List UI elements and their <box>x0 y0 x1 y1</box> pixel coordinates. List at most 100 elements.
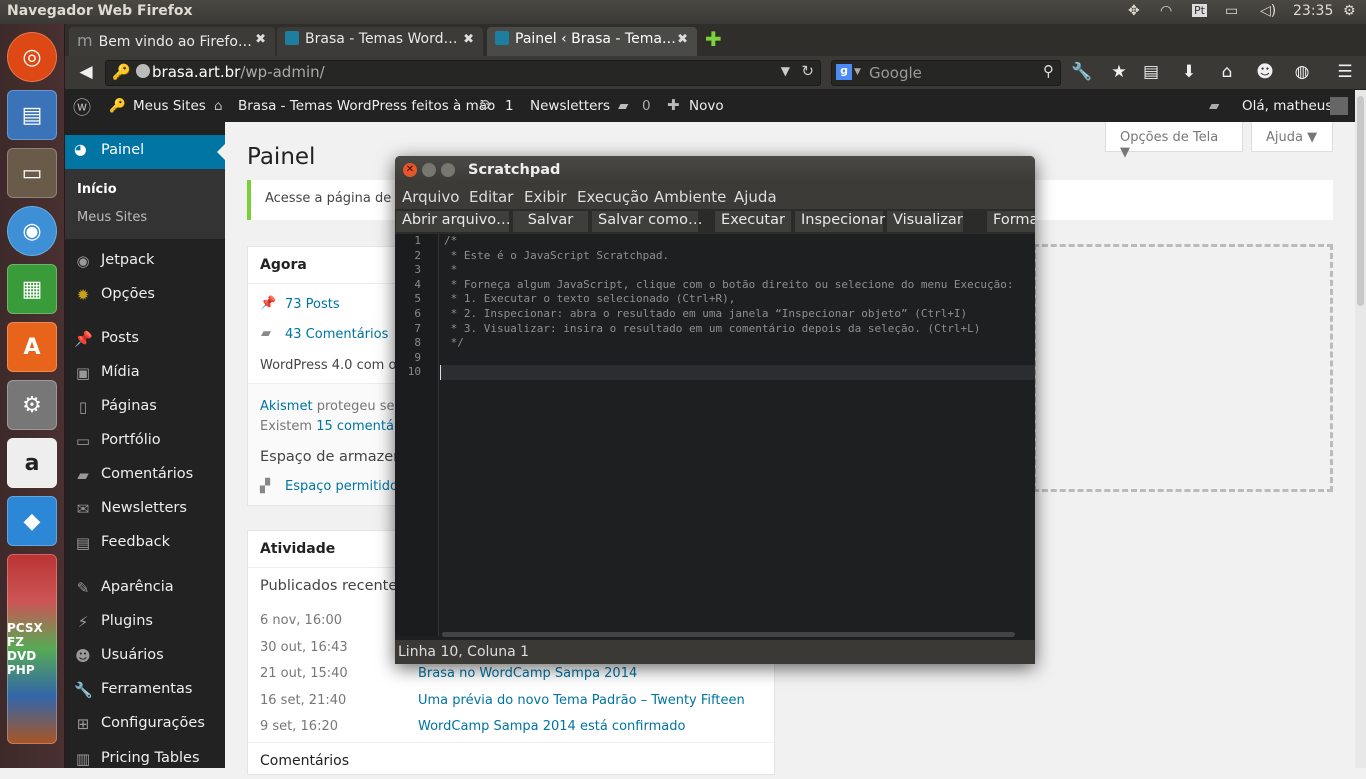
wordpress-logo-icon[interactable]: ⓦ <box>73 94 91 120</box>
addon-icon[interactable]: ☻ <box>1254 62 1276 82</box>
files-icon[interactable]: ▭ <box>7 148 57 198</box>
amazon-icon[interactable]: a <box>7 438 57 488</box>
tab-brasa-temas[interactable]: Brasa - Temas Word… ✖ <box>277 27 483 56</box>
menu-editar[interactable]: Editar <box>469 188 513 206</box>
code-editor[interactable]: /* * Este é o JavaScript Scratchpad. * *… <box>440 234 1035 636</box>
code-line[interactable] <box>440 351 1035 366</box>
page-scrollbar[interactable] <box>1355 90 1366 768</box>
avatar[interactable] <box>1330 97 1348 115</box>
save-as-button[interactable]: Salvar como… <box>592 211 703 232</box>
menu-exibir[interactable]: Exibir <box>524 188 566 206</box>
url-bar[interactable]: 🔑 brasa.art.br/wp-admin/ ▼ ↻ <box>105 60 821 86</box>
bookmark-star-icon[interactable]: ★ <box>1108 62 1130 82</box>
dropdown-icon[interactable]: ▼ <box>781 64 790 78</box>
close-icon[interactable]: ✖ <box>677 32 688 47</box>
menu-arquivo[interactable]: Arquivo <box>402 188 459 206</box>
volume-icon[interactable]: ◁) <box>1260 3 1276 19</box>
run-button[interactable]: Executar <box>715 211 791 232</box>
site-name-link[interactable]: Brasa - Temas WordPress feitos à mão <box>238 98 495 114</box>
activity-post-link[interactable]: WordCamp Sampa 2014 está confirmado <box>418 719 685 734</box>
submenu-inicio[interactable]: Início <box>77 182 117 197</box>
sidebar-item-usu-rios[interactable]: ☻ Usuários <box>65 641 225 675</box>
chromium-icon[interactable]: ◉ <box>7 206 57 256</box>
code-line[interactable]: */ <box>440 336 1035 351</box>
open-file-button[interactable]: Abrir arquivo… <box>396 211 511 232</box>
google-icon[interactable]: g <box>836 64 852 80</box>
updates-count[interactable]: 1 <box>505 98 514 114</box>
posts-count-link[interactable]: 73 Posts <box>285 297 340 312</box>
comments-count[interactable]: 0 <box>642 98 651 114</box>
reload-icon[interactable]: ↻ <box>801 62 814 80</box>
wifi-icon[interactable]: ◠ <box>1160 3 1172 19</box>
writer-icon[interactable]: ▤ <box>7 90 57 140</box>
scrollbar-thumb[interactable] <box>1357 96 1364 306</box>
code-line[interactable] <box>440 365 1035 380</box>
sidebar-item-configura-es[interactable]: ⊞ Configurações <box>65 709 225 743</box>
comments-count-link[interactable]: 43 Comentários <box>285 327 388 342</box>
notification-icon[interactable]: ▰ <box>1209 98 1219 114</box>
akismet-link[interactable]: Akismet <box>260 399 313 414</box>
tab-painel[interactable]: Painel ‹ Brasa - Tema… ✖ <box>487 27 697 56</box>
menu-execucao[interactable]: Execução <box>577 188 649 206</box>
power-icon[interactable]: ⚙ <box>1343 3 1356 19</box>
inspect-button[interactable]: Inspecionar <box>795 211 885 232</box>
newsletters-link[interactable]: Newsletters <box>530 98 610 114</box>
close-icon[interactable]: ✖ <box>255 32 266 47</box>
search-icon[interactable]: ⚲ <box>1043 62 1054 80</box>
tab-firefox-welcome[interactable]: m Bem vindo ao Firefo… ✖ <box>69 27 275 56</box>
sidebar-item-posts[interactable]: 📌 Posts <box>65 324 225 358</box>
code-line[interactable]: * 1. Executar o texto selecionado (Ctrl+… <box>440 292 1035 307</box>
stacked-apps-icon[interactable]: PCSX FZ DVD PHP <box>7 554 57 744</box>
code-line[interactable]: * Forneça algum JavaScript, clique com o… <box>440 278 1035 293</box>
submenu-meus-sites[interactable]: Meus Sites <box>77 210 147 225</box>
maximize-window-icon[interactable] <box>441 163 455 177</box>
code-line[interactable]: /* <box>440 234 1035 249</box>
ubuntu-dash-icon[interactable]: ◎ <box>7 32 57 82</box>
dropbox-launcher-icon[interactable]: ◆ <box>7 496 57 546</box>
sidebar-item-painel[interactable]: ◕ Painel <box>65 135 225 169</box>
activity-post-link[interactable]: Uma prévia do novo Tema Padrão – Twenty … <box>418 693 745 708</box>
sidebar-item-coment-rios[interactable]: ▰ Comentários <box>65 460 225 494</box>
close-icon[interactable]: ✖ <box>463 32 474 47</box>
sidebar-item-op-es[interactable]: ✹ Opções <box>65 280 225 314</box>
save-button[interactable]: Salvar <box>513 211 588 232</box>
sidebar-item-feedback[interactable]: ▤ Feedback <box>65 528 225 562</box>
sidebar-item-newsletters[interactable]: ✉ Newsletters <box>65 494 225 528</box>
activity-post-link[interactable]: Brasa no WordCamp Sampa 2014 <box>418 666 637 681</box>
notice-text[interactable]: Acesse a página de Su <box>265 191 412 206</box>
minimize-window-icon[interactable] <box>422 163 436 177</box>
display-button[interactable]: Visualizar <box>887 211 963 232</box>
screen-options-button[interactable]: Opções de Tela ▼ <box>1105 122 1243 160</box>
software-center-icon[interactable]: A <box>7 322 57 372</box>
close-window-icon[interactable]: ✕ <box>403 163 417 177</box>
battery-icon[interactable]: ▭ <box>1225 3 1238 19</box>
sidebar-item-jetpack[interactable]: ◉ Jetpack <box>65 246 225 280</box>
engine-dropdown-icon[interactable]: ▼ <box>854 67 861 77</box>
back-icon[interactable]: ◀ <box>75 62 97 82</box>
home-icon[interactable]: ⌂ <box>1216 62 1238 82</box>
sidebar-item-pricing-tables[interactable]: ▥ Pricing Tables <box>65 744 225 778</box>
clock[interactable]: 23:35 <box>1293 3 1333 19</box>
sidebar-item-apar-ncia[interactable]: ✎ Aparência <box>65 573 225 607</box>
menu-ambiente[interactable]: Ambiente <box>654 188 726 206</box>
menu-icon[interactable]: ☰ <box>1334 62 1356 82</box>
user-greeting[interactable]: Olá, matheus <box>1242 98 1332 114</box>
download-icon[interactable]: ⬇ <box>1178 62 1200 82</box>
wrench-icon[interactable]: 🔧 <box>1071 62 1093 82</box>
settings-icon[interactable]: ⚙ <box>7 380 57 430</box>
new-link[interactable]: Novo <box>689 98 724 114</box>
calc-icon[interactable]: ▦ <box>7 264 57 314</box>
storage-link[interactable]: Espaço permitido: <box>285 479 402 494</box>
sidebar-item-ferramentas[interactable]: 🔧 Ferramentas <box>65 675 225 709</box>
editor-hscrollbar[interactable] <box>442 632 1015 637</box>
search-bar[interactable]: g ▼ Google ⚲ <box>831 60 1061 86</box>
help-button[interactable]: Ajuda ▼ <box>1251 122 1333 152</box>
sidebar-item-m-dia[interactable]: ▣ Mídia <box>65 358 225 392</box>
dropbox-icon[interactable]: ✥ <box>1128 3 1140 19</box>
code-line[interactable]: * 3. Visualizar: insira o resultado em u… <box>440 322 1035 337</box>
new-tab-icon[interactable]: ✚ <box>705 27 722 51</box>
clipboard-icon[interactable]: ▤ <box>1140 62 1162 82</box>
sidebar-item-portf-lio[interactable]: ▭ Portfólio <box>65 426 225 460</box>
my-sites-link[interactable]: Meus Sites <box>133 98 206 114</box>
sidebar-item-p-ginas[interactable]: ▯ Páginas <box>65 392 225 426</box>
